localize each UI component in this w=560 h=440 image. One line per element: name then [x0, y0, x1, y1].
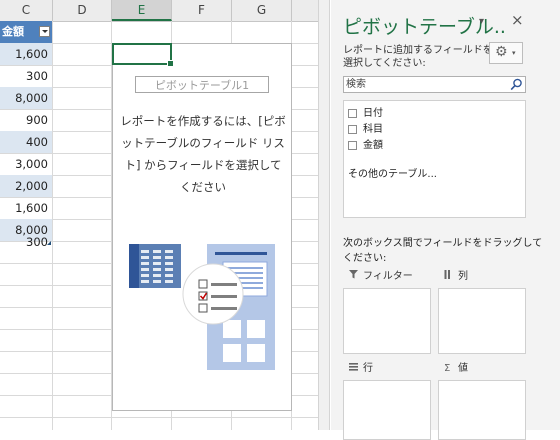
table-cell[interactable]: 2,000	[0, 175, 52, 197]
rows-icon	[349, 362, 363, 376]
rows-area: 行	[343, 362, 431, 440]
table-cell[interactable]: 900	[0, 109, 52, 131]
more-tables-link[interactable]: その他のテーブル...	[348, 165, 437, 180]
drag-instructions: 次のボックス間でフィールドをドラッグしてください:	[343, 238, 543, 264]
column-header-d[interactable]: D	[53, 0, 112, 21]
field-label: 科目	[363, 124, 383, 135]
field-item-account[interactable]: 科目	[348, 123, 383, 137]
rows-area-label: 行	[349, 362, 373, 376]
pivot-field-list-pane: ピボットテーブル.. ▾ × レポートに追加するフィールドを選択してください: …	[331, 0, 560, 440]
pane-options-chevron-down-icon[interactable]: ▾	[479, 16, 484, 27]
values-area-label: Σ値	[444, 363, 468, 374]
filter-dropdown-button[interactable]	[39, 26, 50, 37]
search-input[interactable]	[346, 77, 506, 92]
checkbox[interactable]	[348, 108, 357, 118]
table-header-cell[interactable]: 金額	[0, 21, 52, 43]
pivot-illustration	[129, 244, 275, 370]
pane-close-icon[interactable]: ×	[511, 11, 524, 29]
table-cell[interactable]: 300	[0, 231, 52, 253]
field-label: 日付	[363, 108, 383, 119]
column-headers: C D E F G	[0, 0, 318, 22]
rows-drop-zone[interactable]	[343, 380, 431, 440]
column-header-f[interactable]: F	[172, 0, 232, 21]
pivot-table-placeholder[interactable]: ピボットテーブル1 レポートを作成するには、[ピボットテーブルのフィールド リス…	[112, 43, 292, 411]
selected-cell[interactable]	[112, 43, 174, 67]
pane-subtitle: レポートに追加するフィールドを選択してください:	[343, 45, 493, 69]
worksheet[interactable]: C D E F G 金額 1,600 300 8,000 900 400 3,0…	[0, 0, 318, 430]
gridline	[0, 417, 318, 418]
table-cell[interactable]: 1,600	[0, 43, 52, 65]
filters-drop-zone[interactable]	[343, 288, 431, 354]
column-header-g[interactable]: G	[232, 0, 292, 21]
sigma-icon: Σ	[444, 363, 451, 374]
table-cell[interactable]: 400	[0, 131, 52, 153]
filter-icon	[349, 270, 363, 284]
field-list-settings-button[interactable]: ⚙ ▾	[489, 42, 523, 64]
table-resize-handle[interactable]	[47, 241, 51, 245]
values-drop-zone[interactable]	[438, 380, 526, 440]
table-cell[interactable]: 8,000	[0, 87, 52, 109]
values-area: Σ値	[438, 362, 526, 440]
filters-area-label: フィルター	[349, 270, 413, 284]
columns-area: 列	[438, 270, 526, 356]
columns-drop-zone[interactable]	[438, 288, 526, 354]
vertical-scrollbar[interactable]	[318, 0, 330, 430]
field-list: 日付 科目 金額 その他のテーブル...	[343, 100, 526, 218]
gear-icon: ⚙	[495, 44, 508, 60]
field-label: 金額	[363, 140, 383, 151]
checkbox[interactable]	[348, 140, 357, 150]
column-header-e[interactable]: E	[112, 0, 172, 21]
columns-area-label: 列	[444, 270, 468, 284]
field-search-box[interactable]	[343, 76, 526, 93]
table-header-label: 金額	[2, 25, 24, 38]
table-cell[interactable]: 3,000	[0, 153, 52, 175]
pivot-table-name: ピボットテーブル1	[135, 76, 269, 93]
field-item-date[interactable]: 日付	[348, 107, 383, 121]
filters-area: フィルター	[343, 270, 431, 356]
table-cell[interactable]: 1,600	[0, 197, 52, 219]
gridline	[52, 21, 53, 430]
search-icon[interactable]	[510, 78, 523, 91]
chevron-down-icon: ▾	[512, 49, 516, 57]
column-header-c[interactable]: C	[0, 0, 53, 21]
field-item-amount[interactable]: 金額	[348, 139, 383, 153]
pivot-instructions: レポートを作成するには、[ピボットテーブルのフィールド リスト] からフィールド…	[120, 114, 286, 194]
columns-icon	[444, 270, 458, 284]
table-cell[interactable]: 300	[0, 65, 52, 87]
checkbox[interactable]	[348, 124, 357, 134]
